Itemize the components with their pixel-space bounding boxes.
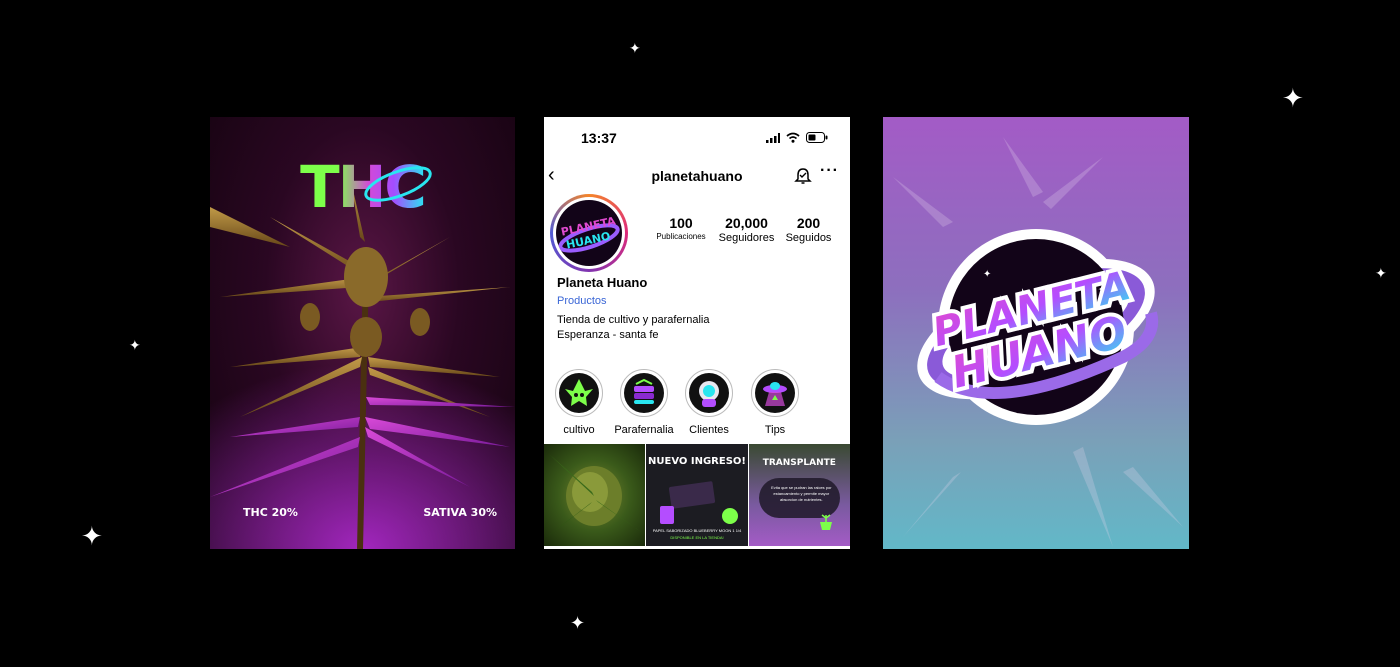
thc-percentage: THC 20% [243, 506, 298, 519]
svg-text:✦: ✦ [1083, 398, 1090, 407]
post-caption: PAPEL SABORIZADO BLUEBERRY MOON 1 1/4 [652, 528, 742, 533]
alien-plant-icon [565, 379, 593, 406]
grinder-icon [634, 378, 654, 404]
astronaut-icon [699, 381, 719, 407]
planeta-huano-sticker-logo: ✦ ✦ ✦ ✦ PLANETA PLANETA HUANO HUANO [893, 137, 1183, 547]
sparkle-decoration: ✦ [570, 613, 586, 634]
instagram-profile-screen: 13:37 ‹ planetahuano ··· PLANETA HUANO 1… [544, 117, 850, 549]
bio-line: Esperanza - santa fe [557, 329, 659, 341]
notification-bell-icon[interactable] [794, 167, 812, 185]
sparkle-decoration: ✦ [1282, 84, 1304, 114]
plant-pot-icon [819, 514, 832, 530]
highlight-tips[interactable]: Tips [749, 369, 801, 436]
profile-header: ‹ planetahuano ··· [544, 162, 850, 187]
sparkle-decoration: ✦ [129, 338, 141, 354]
sparkle-decoration: ✦ [1375, 266, 1387, 282]
cannabis-bud-image [544, 454, 644, 539]
thc-poster: THC THC 20% SATIVA 30% [210, 117, 515, 549]
post-grid: NUEVO INGRESO! PAPEL SABORIZADO BLUEBERR… [544, 444, 850, 549]
stat-followers[interactable]: 20,000 Seguidores [714, 215, 779, 244]
post-subcaption: DISPONIBLE EN LA TIENDA! [670, 535, 724, 540]
stat-posts[interactable]: 100 Publicaciones [651, 215, 711, 241]
ufo-icon [763, 382, 787, 406]
highlight-clientes[interactable]: Clientes [683, 369, 735, 436]
post-thumbnail[interactable]: NUEVO INGRESO! PAPEL SABORIZADO BLUEBERR… [646, 444, 748, 546]
profile-display-name: Planeta Huano [557, 275, 648, 290]
planet-ring-icon [364, 166, 432, 202]
status-time: 13:37 [581, 130, 617, 146]
wifi-icon [786, 132, 800, 143]
sparkle-decoration: ✦ [81, 522, 103, 552]
sparkle-decoration: ✦ [629, 41, 641, 57]
avatar[interactable]: PLANETA HUANO [550, 194, 628, 272]
post-caption: Evita que se pudran las raices por estan… [771, 485, 832, 502]
post-thumbnail[interactable]: TRANSPLANTE Evita que se pudran las raic… [748, 444, 850, 546]
stat-following[interactable]: 200 Seguidos [781, 215, 836, 244]
bio-line: Tienda de cultivo y parafernalia [557, 314, 710, 326]
post-thumbnail[interactable] [544, 444, 646, 546]
more-options-icon[interactable]: ··· [820, 162, 839, 180]
post-title: TRANSPLANTE [762, 458, 836, 468]
planeta-huano-logo-icon: PLANETA HUANO [556, 200, 622, 266]
profile-bio: Tienda de cultivo y parafernalia Esperan… [557, 313, 709, 343]
svg-text:✦: ✦ [983, 269, 991, 280]
status-icons [766, 132, 828, 143]
battery-icon [806, 132, 828, 143]
signal-icon [766, 132, 780, 143]
sativa-percentage: SATIVA 30% [423, 506, 497, 519]
planeta-huano-poster: ✦ ✦ ✦ ✦ PLANETA PLANETA HUANO HUANO [883, 117, 1189, 549]
profile-category-link[interactable]: Productos [557, 295, 607, 307]
